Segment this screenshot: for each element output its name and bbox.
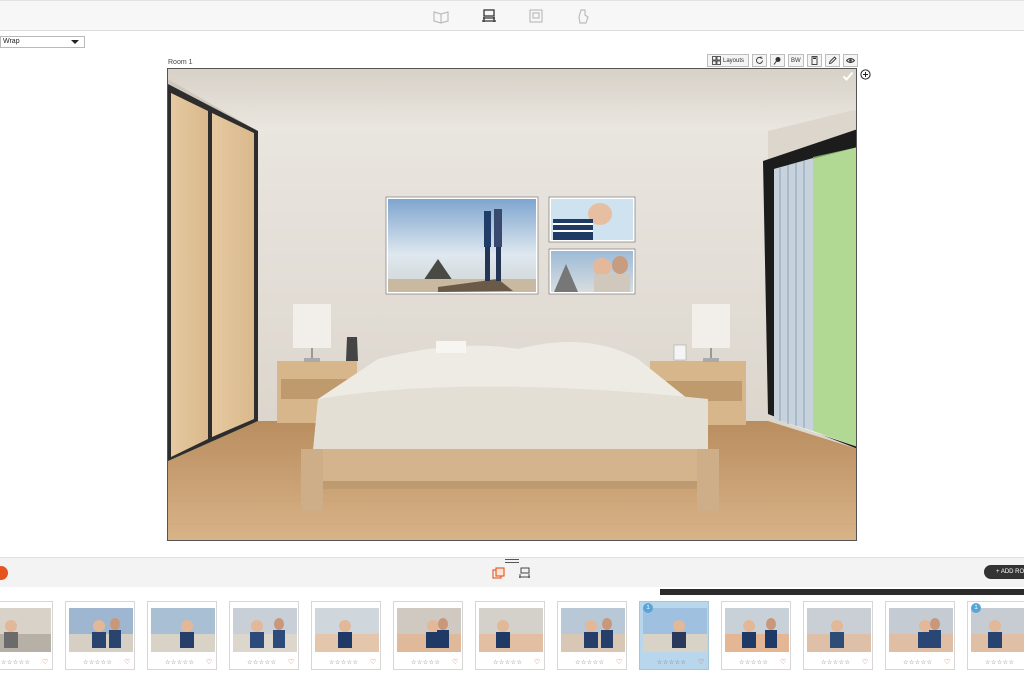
thumbnail-image [151, 608, 215, 652]
top-toolbar [0, 0, 1024, 31]
room-preview[interactable] [167, 68, 857, 541]
heart-icon[interactable]: ♡ [42, 658, 48, 666]
add-circle-icon[interactable] [860, 69, 871, 80]
share-hand-icon[interactable] [574, 7, 592, 25]
thumbnail-image [725, 608, 789, 652]
rating-stars[interactable]: ☆☆☆☆☆ [821, 659, 850, 666]
add-room-button[interactable]: + ADD RO [984, 565, 1024, 579]
count-badge: 1 [971, 603, 981, 613]
brush-icon [773, 57, 781, 65]
layouts-icon [712, 56, 721, 65]
room-view-icon[interactable] [480, 7, 498, 25]
brush-button[interactable] [770, 54, 785, 67]
thumbnail-card[interactable]: ☆☆☆☆☆ ♡ [393, 601, 463, 670]
calculator-icon [811, 56, 818, 65]
filmstrip-scroll-thumb[interactable] [660, 589, 1024, 595]
rotate-button[interactable] [752, 54, 767, 67]
room-photo-icon[interactable] [518, 567, 531, 580]
bw-button[interactable]: BW [788, 54, 804, 67]
heart-icon[interactable]: ♡ [862, 658, 868, 666]
rating-stars[interactable]: ☆☆☆☆☆ [247, 659, 276, 666]
thumbnail-card[interactable]: 1 ☆☆☆☆☆ ♡ [639, 601, 709, 670]
thumbnail-card[interactable]: ☆☆☆☆☆ ♡ [885, 601, 955, 670]
heart-icon[interactable]: ♡ [944, 658, 950, 666]
app-window: Wrap Room 1 Layouts BW + ADD RO ☆☆☆☆☆ ♡ … [0, 0, 1024, 683]
thumbnail-image [397, 608, 461, 652]
wrap-select-value: Wrap [3, 38, 20, 45]
eye-icon [845, 58, 855, 63]
heart-icon[interactable]: ♡ [534, 658, 540, 666]
heart-icon[interactable]: ♡ [370, 658, 376, 666]
thumbnail-card[interactable]: 1☆☆☆☆☆♡ [967, 601, 1024, 670]
rating-stars[interactable]: ☆☆☆☆☆ [1, 659, 30, 666]
thumbnail-image [889, 608, 953, 652]
heart-icon[interactable]: ♡ [780, 658, 786, 666]
preview-toolbar: Layouts BW [707, 54, 858, 67]
layouts-button[interactable]: Layouts [707, 54, 749, 67]
thumbnail-image [561, 608, 625, 652]
gallery-icon[interactable] [492, 567, 505, 580]
rotate-icon [756, 56, 763, 64]
thumbnail-image [315, 608, 379, 652]
pencil-button[interactable] [824, 54, 840, 67]
book-icon[interactable] [432, 7, 450, 25]
heart-icon[interactable]: ♡ [616, 658, 622, 666]
heart-icon[interactable]: ♡ [452, 658, 458, 666]
chevron-down-icon [71, 40, 79, 44]
layouts-label: Layouts [722, 57, 744, 64]
thumbnail-image [233, 608, 297, 652]
check-icon[interactable] [842, 70, 854, 82]
rating-stars[interactable]: ☆☆☆☆☆ [657, 659, 686, 666]
bottom-controls [0, 557, 1024, 587]
thumbnail-card[interactable]: ☆☆☆☆☆ ♡ [147, 601, 217, 670]
rating-stars[interactable]: ☆☆☆☆☆ [739, 659, 768, 666]
wrap-select[interactable]: Wrap [0, 36, 85, 48]
thumbnail-card[interactable]: ☆☆☆☆☆ ♡ [803, 601, 873, 670]
rating-stars[interactable]: ☆☆☆☆☆ [985, 659, 1014, 666]
thumbnail-card[interactable]: ☆☆☆☆☆ ♡ [475, 601, 545, 670]
rating-stars[interactable]: ☆☆☆☆☆ [575, 659, 604, 666]
thumbnail-card[interactable]: ☆☆☆☆☆ ♡ [229, 601, 299, 670]
bw-label: BW [791, 57, 801, 64]
thumbnail-card[interactable]: ☆☆☆☆☆ ♡ [0, 601, 53, 670]
heart-icon[interactable]: ♡ [206, 658, 212, 666]
room-label: Room 1 [168, 59, 193, 66]
heart-icon[interactable]: ♡ [698, 658, 704, 666]
heart-icon[interactable]: ♡ [288, 658, 294, 666]
thumbnail-image [807, 608, 871, 652]
thumbnail-card[interactable]: ☆☆☆☆☆ ♡ [557, 601, 627, 670]
rating-stars[interactable]: ☆☆☆☆☆ [903, 659, 932, 666]
rating-stars[interactable]: ☆☆☆☆☆ [493, 659, 522, 666]
thumbnail-card[interactable]: ☆☆☆☆☆ ♡ [65, 601, 135, 670]
heart-icon[interactable]: ♡ [124, 658, 130, 666]
pencil-icon [828, 56, 837, 65]
thumbnail-image [971, 608, 1024, 652]
rating-stars[interactable]: ☆☆☆☆☆ [411, 659, 440, 666]
filmstrip: ☆☆☆☆☆ ♡ ☆☆☆☆☆ ♡ ☆☆☆☆☆ ♡ ☆☆☆☆☆ ♡ ☆☆☆☆☆ ♡ ☆☆☆☆☆ ♡ ☆☆☆☆… [0, 597, 1024, 683]
thumbnail-image [643, 608, 707, 652]
count-badge: 1 [643, 603, 653, 613]
drag-handle-icon[interactable] [505, 559, 519, 563]
thumbnail-card[interactable]: ☆☆☆☆☆ ♡ [311, 601, 381, 670]
rating-stars[interactable]: ☆☆☆☆☆ [83, 659, 112, 666]
calculator-button[interactable] [806, 54, 822, 67]
bedroom-scene-image [168, 69, 856, 540]
thumbnail-image [0, 608, 51, 652]
thumbnail-image [479, 608, 543, 652]
thumbnail-image [69, 608, 133, 652]
rating-stars[interactable]: ☆☆☆☆☆ [329, 659, 358, 666]
print-icon[interactable] [527, 7, 545, 25]
eye-button[interactable] [842, 54, 858, 67]
rating-stars[interactable]: ☆☆☆☆☆ [165, 659, 194, 666]
status-dot[interactable] [0, 566, 8, 580]
thumbnail-card[interactable]: ☆☆☆☆☆ ♡ [721, 601, 791, 670]
